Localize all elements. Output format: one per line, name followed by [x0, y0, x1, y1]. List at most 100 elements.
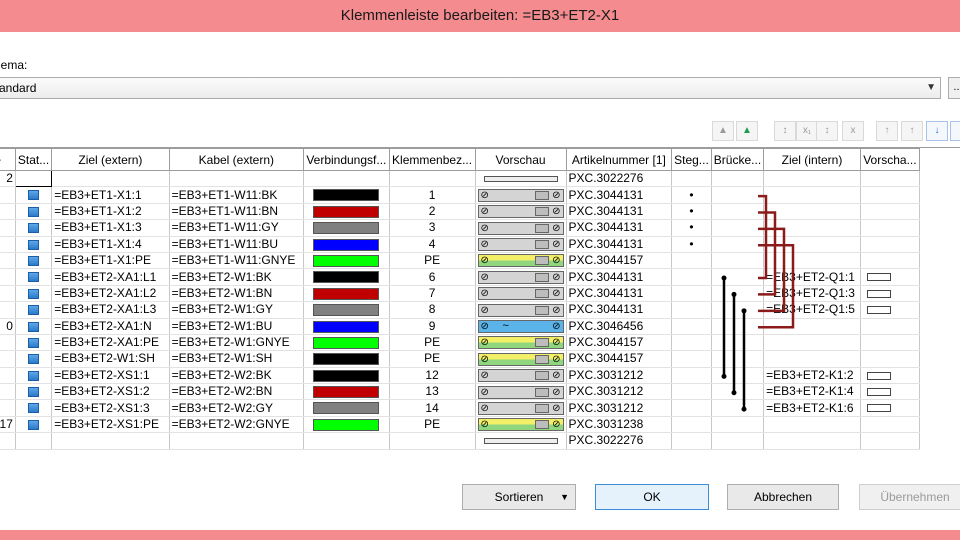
cell-connection-color[interactable] [303, 367, 390, 385]
cell-preview[interactable]: ⊘ ⊘ [474, 383, 567, 401]
cell-artikelnummer[interactable]: PXC.3031238 [565, 416, 673, 434]
cell-kabel-extern[interactable]: =EB3+ET1-W11:GNYE [168, 252, 305, 270]
cell-bruecke[interactable] [710, 416, 765, 434]
cell-steg[interactable] [671, 432, 712, 450]
cell-kabel-extern[interactable] [168, 432, 305, 450]
cell-connection-color[interactable] [303, 219, 390, 237]
cell-kabel-extern[interactable]: =EB3+ET2-W1:GY [168, 301, 305, 319]
cell-connection-color[interactable] [303, 399, 390, 417]
cell-ziel-extern[interactable] [51, 432, 170, 450]
cell-status[interactable] [14, 301, 53, 319]
table-row[interactable]: =EB3+ET1-X1:1 =EB3+ET1-W11:BK 1 ⊘ ⊘ PXC.30441… [0, 186, 921, 204]
cell-preview[interactable]: ⊘ ⊘ [474, 350, 567, 368]
cell-ziel-intern[interactable] [763, 416, 861, 434]
cell-ziel-intern[interactable]: =EB3+ET2-Q1:3 [763, 285, 861, 303]
cell-kabel-extern[interactable]: =EB3+ET2-W2:GY [168, 399, 305, 417]
column-header[interactable]: Kabel (extern) [168, 148, 305, 171]
sort-icon[interactable]: ↕ [774, 121, 796, 141]
sort-button[interactable]: Sortieren ▼ [462, 484, 576, 510]
cell-steg[interactable]: • [671, 186, 712, 204]
terminal-grid[interactable]: ZeileStat...Ziel (extern)Kabel (extern)V… [0, 147, 960, 452]
table-row[interactable]: =EB3+ET1-X1:2 =EB3+ET1-W11:BN 2 ⊘ ⊘ PXC.30441… [0, 203, 921, 221]
column-header[interactable]: Artikelnummer [1] [565, 148, 673, 171]
cell-vorschau-intern[interactable] [859, 285, 921, 303]
cell-ziel-extern[interactable]: =EB3+ET1-X1:1 [51, 186, 170, 204]
cell-klemmenbez[interactable]: PE [388, 334, 476, 352]
underline-icon[interactable]: ▲ [736, 121, 758, 141]
cell-connection-color[interactable] [303, 301, 390, 319]
column-header[interactable]: Stat... [14, 148, 53, 171]
cell-status[interactable] [14, 219, 53, 237]
cell-klemmenbez[interactable]: 14 [388, 399, 476, 417]
arrow-down-icon[interactable]: ↓ [926, 121, 948, 141]
cell-kabel-extern[interactable]: =EB3+ET2-W2:GNYE [168, 416, 305, 434]
cell-zeile[interactable] [0, 236, 16, 253]
cell-preview[interactable]: ⊘ ⊘ [474, 252, 567, 270]
cell-ziel-extern[interactable]: =EB3+ET1-X1:4 [51, 236, 170, 253]
cancel-button[interactable]: Abbrechen [727, 484, 839, 510]
cell-kabel-extern[interactable]: =EB3+ET2-W2:BK [168, 367, 305, 385]
cell-zeile[interactable] [0, 268, 16, 286]
cell-klemmenbez[interactable]: 8 [388, 301, 476, 319]
table-row[interactable]: 0 =EB3+ET2-XA1:N =EB3+ET2-W1:BU 9 ⊘ ⊘ ~ PXC.304… [0, 318, 921, 335]
cell-zeile[interactable]: 2 [0, 170, 16, 188]
cell-steg[interactable]: • [671, 203, 712, 221]
table-row[interactable]: =EB3+ET1-X1:4 =EB3+ET1-W11:BU 4 ⊘ ⊘ PXC.30441… [0, 236, 921, 253]
cell-zeile[interactable] [0, 186, 16, 204]
cell-connection-color[interactable] [303, 203, 390, 221]
move-up-icon[interactable]: ▲ [712, 121, 734, 141]
table-row[interactable]: , 17=EB3+ET2-XS1:PE=EB3+ET2-W2:GNYEPE⊘⊘P… [0, 416, 921, 434]
table-row[interactable]: =EB3+ET2-XS1:2 =EB3+ET2-W2:BN 13 ⊘ ⊘ PXC.3031… [0, 383, 921, 401]
arrow-up-icon[interactable]: ↑ [901, 121, 923, 141]
cell-artikelnummer[interactable]: PXC.3031212 [565, 399, 673, 417]
cell-steg[interactable] [671, 399, 712, 417]
cell-kabel-extern[interactable]: =EB3+ET2-W2:BN [168, 383, 305, 401]
column-header[interactable]: Ziel (extern) [51, 148, 170, 171]
cell-ziel-intern[interactable] [763, 334, 861, 352]
cell-status[interactable] [14, 399, 53, 417]
cell-connection-color[interactable] [303, 170, 390, 188]
cell-ziel-intern[interactable]: =EB3+ET2-Q1:5 [763, 301, 861, 319]
cell-ziel-extern[interactable]: =EB3+ET2-XA1:L1 [51, 268, 170, 286]
cell-preview[interactable]: ⊘ ⊘ [474, 416, 567, 434]
cell-connection-color[interactable] [303, 268, 390, 286]
cell-preview[interactable] [474, 170, 567, 188]
cell-kabel-extern[interactable]: =EB3+ET2-W1:SH [168, 350, 305, 368]
cell-klemmenbez[interactable]: PE [388, 416, 476, 434]
cell-kabel-extern[interactable]: =EB3+ET1-W11:BN [168, 203, 305, 221]
cell-zeile[interactable] [0, 399, 16, 417]
cell-preview[interactable]: ⊘ ⊘ [474, 334, 567, 352]
cell-connection-color[interactable] [303, 416, 390, 434]
cell-status[interactable] [14, 169, 53, 188]
cell-kabel-extern[interactable]: =EB3+ET2-W1:BK [168, 268, 305, 286]
cell-steg[interactable] [671, 170, 712, 188]
cell-connection-color[interactable] [303, 285, 390, 303]
cell-connection-color[interactable] [303, 334, 390, 352]
cell-vorschau-intern[interactable] [859, 186, 921, 204]
column-header[interactable]: Steg... [671, 148, 712, 171]
x1-icon[interactable]: x₁ [796, 121, 818, 141]
cell-steg[interactable] [671, 350, 712, 368]
cell-bruecke[interactable] [710, 252, 765, 270]
cell-preview[interactable]: ⊘ ⊘ [474, 301, 567, 319]
cell-artikelnummer[interactable]: PXC.3044157 [565, 252, 673, 270]
cell-ziel-intern[interactable] [763, 219, 861, 237]
cell-ziel-intern[interactable] [763, 236, 861, 253]
cell-ziel-extern[interactable]: =EB3+ET2-XS1:1 [51, 367, 170, 385]
cell-status[interactable] [14, 252, 53, 270]
cell-status[interactable] [14, 186, 53, 204]
cell-klemmenbez[interactable]: 12 [388, 367, 476, 385]
cell-artikelnummer[interactable]: PXC.3044131 [565, 219, 673, 237]
schema-extra-button[interactable]: ... [948, 77, 960, 99]
cell-klemmenbez[interactable]: 3 [388, 219, 476, 237]
cell-connection-color[interactable] [303, 318, 390, 335]
table-row[interactable]: =EB3+ET1-X1:3 =EB3+ET1-W11:GY 3 ⊘ ⊘ PXC.30441… [0, 219, 921, 237]
cell-artikelnummer[interactable]: PXC.3044157 [565, 350, 673, 368]
column-header[interactable]: Vorscha... [859, 148, 921, 171]
column-header[interactable]: Brücke... [710, 148, 765, 171]
cell-ziel-intern[interactable] [763, 432, 861, 450]
cell-steg[interactable] [671, 268, 712, 286]
cell-kabel-extern[interactable]: =EB3+ET1-W11:GY [168, 219, 305, 237]
cell-klemmenbez[interactable]: 2 [388, 203, 476, 221]
cell-ziel-extern[interactable]: =EB3+ET2-XS1:PE [51, 416, 170, 434]
